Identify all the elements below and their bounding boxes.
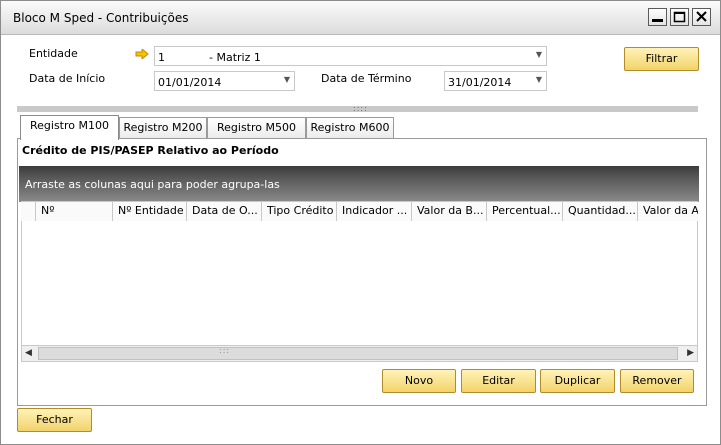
- editar-button[interactable]: Editar: [461, 369, 536, 393]
- title-bar[interactable]: Bloco M Sped - Contribuições: [1, 1, 720, 35]
- scroll-right-icon[interactable]: ▶: [687, 348, 694, 358]
- group-hint: Arraste as colunas aqui para poder agrup…: [25, 178, 280, 191]
- entidade-name: - Matriz 1: [209, 51, 261, 64]
- close-button[interactable]: [692, 8, 711, 26]
- column-header[interactable]: Indicador ...: [336, 202, 411, 221]
- panel-title: Crédito de PIS/PASEP Relativo ao Período: [22, 144, 279, 157]
- remover-button[interactable]: Remover: [620, 369, 694, 393]
- tab-registro-m600[interactable]: Registro M600: [306, 117, 394, 138]
- duplicar-button[interactable]: Duplicar: [540, 369, 615, 393]
- entidade-code: 1: [158, 51, 165, 64]
- tab-registro-m100[interactable]: Registro M100: [20, 115, 119, 140]
- data-inicio-field[interactable]: 01/01/2014 ▼: [154, 71, 295, 91]
- data-termino-field[interactable]: 31/01/2014 ▼: [444, 71, 547, 91]
- maximize-icon: [673, 11, 686, 23]
- splitter[interactable]: ::::: [17, 104, 698, 113]
- tab-registro-m200[interactable]: Registro M200: [119, 117, 207, 138]
- column-header[interactable]: Nº: [35, 202, 112, 221]
- column-header[interactable]: Valor da Al...: [637, 202, 698, 221]
- chevron-down-icon[interactable]: ▼: [536, 75, 542, 84]
- column-header[interactable]: Tipo Crédito: [261, 202, 336, 221]
- horizontal-scrollbar[interactable]: ◀ ::: ▶: [21, 345, 698, 362]
- scroll-thumb[interactable]: :::: [38, 346, 678, 360]
- maximize-button[interactable]: [670, 8, 689, 26]
- chevron-down-icon[interactable]: ▼: [536, 50, 542, 59]
- filtrar-button[interactable]: Filtrar: [624, 47, 699, 71]
- scroll-left-icon[interactable]: ◀: [25, 348, 32, 358]
- fechar-button[interactable]: Fechar: [17, 408, 92, 432]
- data-termino-label: Data de Término: [321, 72, 412, 85]
- column-header[interactable]: Nº Entidade: [112, 202, 186, 221]
- minimize-button[interactable]: [648, 8, 667, 26]
- data-termino-value: 31/01/2014: [448, 76, 512, 89]
- novo-button[interactable]: Novo: [382, 369, 456, 393]
- link-arrow-icon[interactable]: [135, 49, 149, 59]
- data-inicio-value: 01/01/2014: [158, 76, 222, 89]
- column-header[interactable]: Data de O...: [186, 202, 261, 221]
- grid-header: Nº Nº Entidade Data de O... Tipo Crédito…: [21, 201, 698, 222]
- tab-registro-m500[interactable]: Registro M500: [207, 117, 306, 138]
- window-title: Bloco M Sped - Contribuições: [13, 11, 189, 25]
- column-header[interactable]: Quantidad...: [562, 202, 637, 221]
- row-selector-header[interactable]: [21, 202, 35, 221]
- close-icon: [696, 11, 707, 22]
- column-header[interactable]: Valor da B...: [411, 202, 486, 221]
- entidade-label: Entidade: [29, 47, 78, 60]
- data-inicio-label: Data de Início: [29, 72, 106, 85]
- grip-icon: :::: [219, 346, 231, 355]
- grip-icon: ::::: [353, 104, 368, 113]
- column-header[interactable]: Percentual...: [486, 202, 562, 221]
- data-grid[interactable]: [21, 221, 698, 345]
- group-by-area[interactable]: Arraste as colunas aqui para poder agrup…: [19, 166, 699, 202]
- entidade-select[interactable]: 1 - Matriz 1 ▼: [154, 46, 547, 66]
- chevron-down-icon[interactable]: ▼: [284, 75, 290, 84]
- minimize-icon: [652, 19, 663, 22]
